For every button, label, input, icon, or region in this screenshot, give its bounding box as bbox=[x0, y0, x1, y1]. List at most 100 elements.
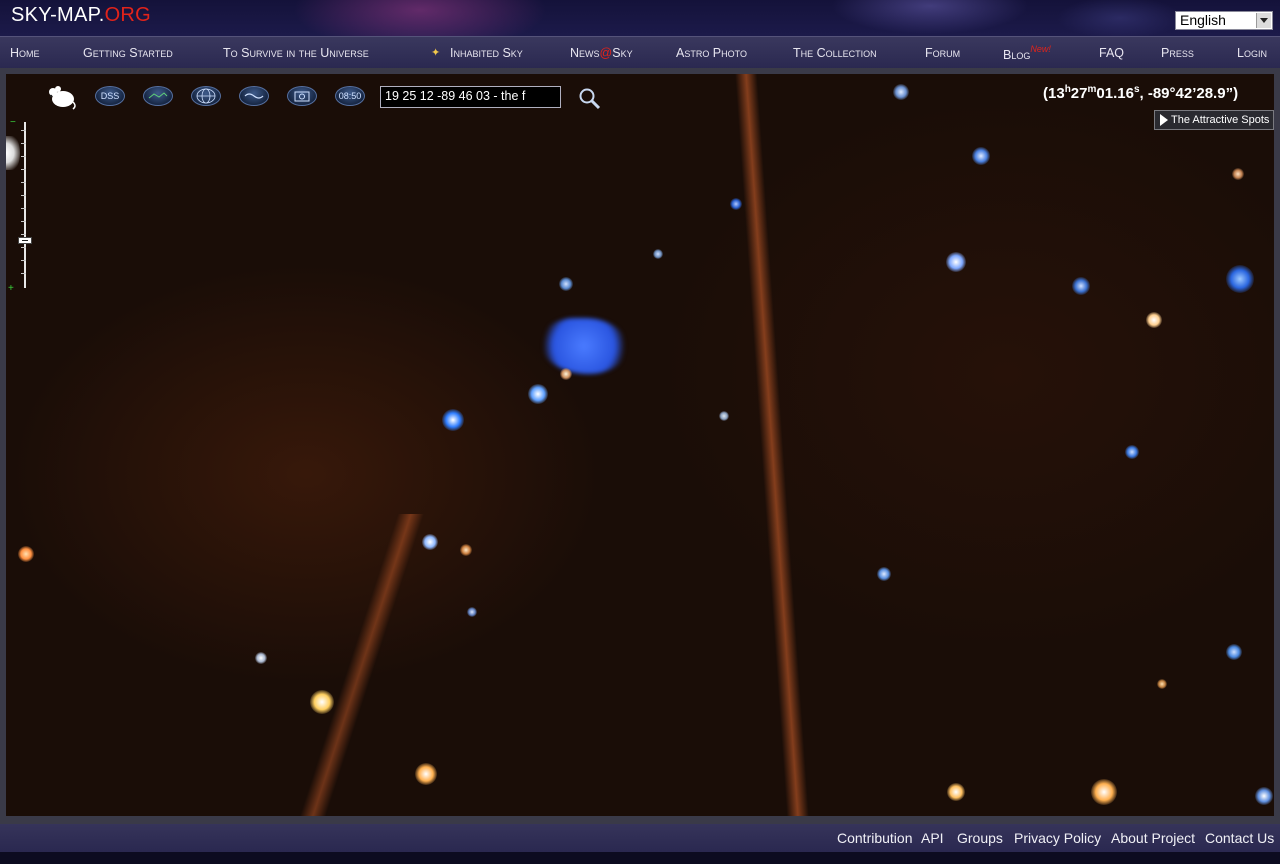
nav-item-getting-started[interactable]: Getting Started bbox=[83, 46, 173, 60]
star bbox=[1255, 787, 1273, 805]
clock-label: 08:50 bbox=[338, 91, 362, 101]
zoom-tick bbox=[21, 182, 26, 183]
language-value: English bbox=[1180, 12, 1226, 28]
star bbox=[946, 252, 966, 272]
star bbox=[1146, 312, 1162, 328]
zoom-in-icon[interactable]: + bbox=[8, 284, 14, 294]
zoom-tick bbox=[21, 260, 26, 261]
star bbox=[528, 384, 548, 404]
nav-item-forum[interactable]: Forum bbox=[925, 46, 960, 60]
snapshot-button[interactable] bbox=[287, 86, 317, 106]
zoom-track bbox=[24, 122, 26, 288]
main-nav: Home Getting Started To Survive in the U… bbox=[0, 36, 1280, 69]
zoom-tick bbox=[21, 130, 26, 131]
footer-link-api[interactable]: API bbox=[921, 830, 944, 846]
footer-link-groups[interactable]: Groups bbox=[957, 830, 1003, 846]
nav-item-to-survive[interactable]: To Survive in the Universe bbox=[223, 46, 369, 60]
zoom-tick bbox=[21, 273, 26, 274]
star bbox=[719, 411, 729, 421]
nav-item-the-collection[interactable]: The Collection bbox=[793, 46, 877, 60]
star bbox=[947, 783, 965, 801]
nav-news-at: @ bbox=[599, 46, 613, 60]
ra-seconds-unit: s bbox=[1133, 84, 1140, 95]
nav-item-press[interactable]: Press bbox=[1161, 46, 1194, 60]
ra-hours: 13 bbox=[1048, 85, 1065, 102]
site-header: SKY-MAP.ORG English bbox=[0, 0, 1280, 36]
star bbox=[653, 249, 663, 259]
constellation-icon bbox=[148, 92, 168, 99]
star bbox=[467, 607, 477, 617]
satellite-trail bbox=[294, 514, 424, 816]
star bbox=[1226, 644, 1242, 660]
zoom-tick bbox=[21, 195, 26, 196]
star bbox=[560, 368, 572, 380]
grid-button[interactable] bbox=[191, 86, 221, 106]
nav-item-news-sky[interactable]: News@Sky bbox=[570, 46, 633, 60]
star bbox=[422, 534, 438, 550]
nav-news-pre: News bbox=[570, 46, 600, 60]
star bbox=[18, 546, 34, 562]
dss-label: DSS bbox=[100, 91, 120, 101]
footer-link-privacy-policy[interactable]: Privacy Policy bbox=[1014, 830, 1101, 846]
milky-way-icon bbox=[244, 93, 264, 99]
star bbox=[442, 409, 464, 431]
zoom-tick bbox=[21, 247, 26, 248]
zoom-tick bbox=[21, 169, 26, 170]
nav-item-faq[interactable]: FAQ bbox=[1099, 46, 1124, 60]
search-icon[interactable] bbox=[576, 86, 602, 110]
zoom-knob[interactable] bbox=[18, 237, 32, 244]
zoom-tick bbox=[21, 208, 26, 209]
logo-accent-text: ORG bbox=[104, 4, 152, 26]
constellation-button[interactable] bbox=[143, 86, 173, 106]
declination: -89°42’28.9” bbox=[1147, 85, 1234, 102]
sky-map-canvas[interactable] bbox=[6, 74, 1274, 816]
nav-item-login[interactable]: Login bbox=[1237, 46, 1267, 60]
star bbox=[310, 690, 334, 714]
attractive-spots-button[interactable]: The Attractive Spots bbox=[1154, 110, 1274, 130]
chevron-down-icon[interactable] bbox=[1256, 13, 1271, 28]
zoom-tick bbox=[21, 221, 26, 222]
zoom-tick bbox=[21, 156, 26, 157]
star bbox=[1226, 265, 1254, 293]
star bbox=[877, 567, 891, 581]
object-search-input[interactable]: 19 25 12 -89 46 03 - the f bbox=[380, 86, 561, 108]
star bbox=[255, 652, 267, 664]
grid-icon bbox=[196, 88, 216, 104]
ra-seconds: 01.16 bbox=[1096, 85, 1134, 102]
coordinates-readout: (13h27m01.16s, -89°42’28.9”) bbox=[1043, 84, 1239, 102]
star bbox=[1091, 779, 1117, 805]
nav-news-post: Sky bbox=[612, 46, 633, 60]
new-badge: New! bbox=[1030, 44, 1051, 54]
star bbox=[972, 147, 990, 165]
zoom-tick bbox=[21, 143, 26, 144]
footer-link-contact-us[interactable]: Contact Us bbox=[1205, 830, 1274, 846]
time-button[interactable]: 08:50 bbox=[335, 86, 365, 106]
nav-blog-label: Blog bbox=[1003, 48, 1031, 62]
milky-way-button[interactable] bbox=[239, 86, 269, 106]
zoom-tick bbox=[21, 234, 26, 235]
star bbox=[1125, 445, 1139, 459]
nav-item-home[interactable]: Home bbox=[10, 46, 40, 60]
star-icon: ✦ bbox=[431, 47, 441, 59]
star bbox=[1072, 277, 1090, 295]
star bbox=[559, 277, 573, 291]
nav-item-blog[interactable]: BlogNew! bbox=[1003, 44, 1051, 62]
star bbox=[730, 198, 742, 210]
dss-button[interactable]: DSS bbox=[95, 86, 125, 106]
footer-link-about-project[interactable]: About Project bbox=[1111, 830, 1195, 846]
ra-minutes: 27 bbox=[1070, 85, 1088, 102]
satellite-trail bbox=[735, 74, 809, 816]
mouse-icon[interactable] bbox=[44, 84, 78, 110]
zoom-out-icon[interactable]: − bbox=[10, 118, 16, 128]
site-logo[interactable]: SKY-MAP.ORG bbox=[11, 4, 151, 27]
footer-link-contribution[interactable]: Contribution bbox=[837, 830, 913, 846]
nav-item-astro-photo[interactable]: Astro Photo bbox=[676, 46, 747, 60]
star bbox=[415, 763, 437, 785]
language-select[interactable]: English bbox=[1175, 11, 1273, 30]
footer-bottom-band bbox=[0, 852, 1280, 864]
star bbox=[893, 84, 909, 100]
zoom-slider[interactable]: − + bbox=[8, 118, 32, 294]
logo-main-text: SKY-MAP. bbox=[11, 4, 105, 26]
star bbox=[460, 544, 472, 556]
nav-item-inhabited-sky[interactable]: Inhabited Sky bbox=[450, 46, 523, 60]
